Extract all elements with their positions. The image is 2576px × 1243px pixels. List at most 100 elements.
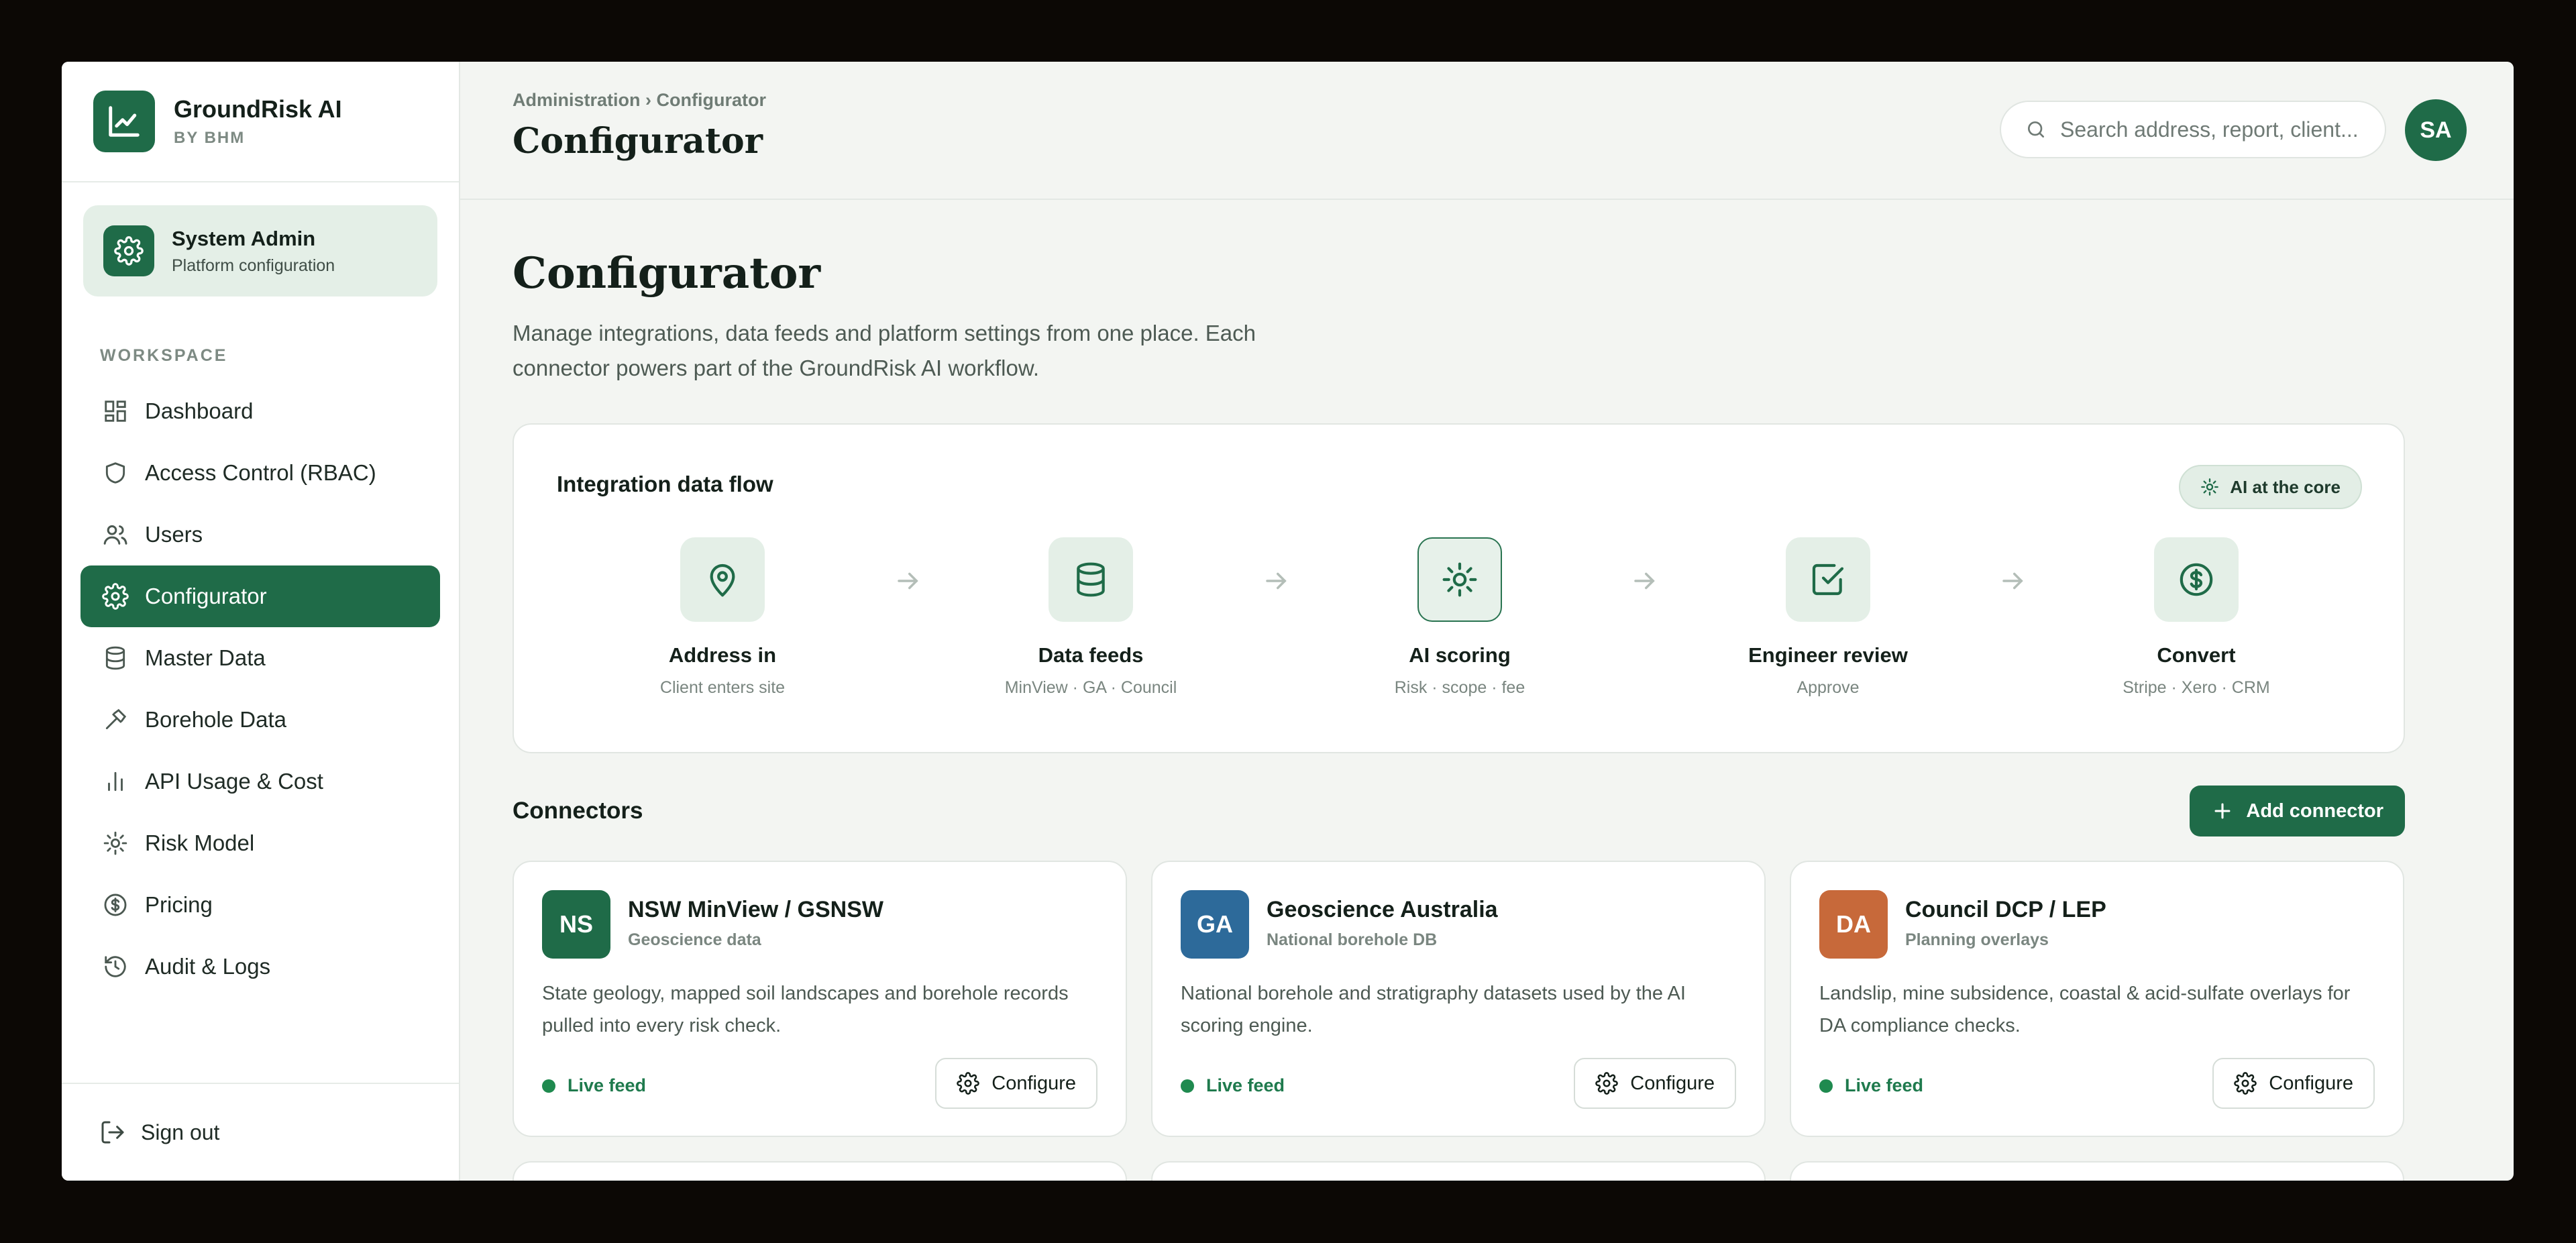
brand[interactable]: GroundRisk AI BY BHM <box>62 62 459 182</box>
dollar-icon <box>2154 537 2239 622</box>
sidebar-item-label: Users <box>145 522 203 547</box>
drill-icon <box>101 705 130 735</box>
flow-step-name: Engineer review <box>1748 643 1908 667</box>
sidebar-item-risk-model[interactable]: Risk Model <box>80 812 440 874</box>
sidebar-item-borehole-data[interactable]: Borehole Data <box>80 689 440 751</box>
status-label: Live feed <box>568 1075 647 1095</box>
flow-step-name: Address in <box>668 643 777 667</box>
connector-type: Planning overlays <box>1905 930 2049 949</box>
search-box[interactable] <box>2000 101 2386 158</box>
connector-description: Landslip, mine subsidence, coastal & aci… <box>1819 983 2351 1036</box>
sidebar-item-api-usage[interactable]: API Usage & Cost <box>80 751 440 812</box>
configure-label: Configure <box>991 1072 1076 1094</box>
sun-icon <box>2200 478 2219 496</box>
status-label: Live feed <box>1206 1075 1285 1095</box>
search-input[interactable] <box>2060 117 2375 142</box>
gear-icon <box>103 225 154 276</box>
section-label-workspace: WORKSPACE <box>100 346 228 365</box>
gear-icon <box>957 1072 980 1095</box>
page-title: Configurator <box>513 248 821 299</box>
dashboard-icon <box>101 396 130 426</box>
connector-name: Council DCP / LEP <box>1905 897 2106 922</box>
sidebar-item-master-data[interactable]: Master Data <box>80 627 440 689</box>
status-badge: Live feed <box>1819 1075 1923 1096</box>
connector-cards-next-row <box>513 1161 2405 1181</box>
configure-button[interactable]: Configure <box>1574 1058 1736 1109</box>
gear-icon <box>1595 1072 1619 1095</box>
connector-card-partial[interactable] <box>1151 1161 1766 1181</box>
flow-step-name: Data feeds <box>1038 643 1144 667</box>
connector-badge: DA <box>1819 890 1888 959</box>
dollar-icon <box>101 890 130 920</box>
sidebar-nav: Dashboard Access Control (RBAC) Users Co… <box>62 380 459 997</box>
configure-button[interactable]: Configure <box>935 1058 1097 1109</box>
sidebar-item-access-control[interactable]: Access Control (RBAC) <box>80 442 440 504</box>
role-title: System Admin <box>172 226 316 250</box>
arrow-right-icon <box>1260 564 1293 598</box>
sun-icon <box>101 828 130 858</box>
connector-card-council-dcp[interactable]: DA Council DCP / LEP Planning overlays L… <box>1790 861 2404 1137</box>
configure-label: Configure <box>1630 1072 1715 1094</box>
avatar[interactable]: SA <box>2405 99 2467 161</box>
arrow-right-icon <box>892 564 925 598</box>
flow-step-engineer-review: Engineer review Approve <box>1707 537 1949 698</box>
status-dot-icon <box>1819 1079 1833 1093</box>
flow-step-convert: Convert Stripe · Xero · CRM <box>2076 537 2317 698</box>
role-card[interactable]: System Admin Platform configuration <box>83 205 437 296</box>
connector-card-partial[interactable] <box>513 1161 1127 1181</box>
status-dot-icon <box>1181 1079 1194 1093</box>
sidebar-item-users[interactable]: Users <box>80 504 440 565</box>
connector-card-minview[interactable]: NS NSW MinView / GSNSW Geoscience data S… <box>513 861 1127 1137</box>
connectors-title: Connectors <box>513 798 643 824</box>
flow-step-data-feeds: Data feeds MinView · GA · Council <box>970 537 1212 698</box>
connector-description: National borehole and stratigraphy datas… <box>1181 983 1686 1036</box>
connector-card-geoscience-australia[interactable]: GA Geoscience Australia National borehol… <box>1151 861 1766 1137</box>
map-pin-icon <box>680 537 765 622</box>
connector-cards: NS NSW MinView / GSNSW Geoscience data S… <box>513 861 2405 1137</box>
main-area: Administration › Configurator Configurat… <box>460 62 2514 1181</box>
connector-description: State geology, mapped soil landscapes an… <box>542 983 1069 1036</box>
sidebar-item-label: Borehole Data <box>145 707 286 732</box>
connector-card-partial[interactable] <box>1790 1161 2404 1181</box>
sign-out-button[interactable]: Sign out <box>62 1083 459 1181</box>
connectors-header: Connectors Add connector <box>513 786 2405 836</box>
add-connector-label: Add connector <box>2246 800 2383 822</box>
sign-out-label: Sign out <box>141 1120 220 1144</box>
breadcrumb[interactable]: Administration › Configurator <box>513 90 766 111</box>
history-icon <box>101 952 130 981</box>
flow-step-sub: Stripe · Xero · CRM <box>2123 678 2270 697</box>
integration-flow-card: Integration data flow AI at the core Add… <box>513 423 2405 753</box>
connector-badge: NS <box>542 890 610 959</box>
ai-core-badge-label: AI at the core <box>2230 476 2341 497</box>
connector-type: National borehole DB <box>1267 930 1438 949</box>
brand-subtitle: BY BHM <box>174 129 246 147</box>
status-badge: Live feed <box>1181 1075 1285 1096</box>
sidebar-item-label: Master Data <box>145 645 266 670</box>
configure-label: Configure <box>2269 1072 2353 1094</box>
sidebar-item-pricing[interactable]: Pricing <box>80 874 440 936</box>
sidebar-item-configurator[interactable]: Configurator <box>80 565 440 627</box>
flow-step-sub: Approve <box>1796 678 1860 697</box>
content: Configurator Manage integrations, data f… <box>460 248 2514 1181</box>
brand-name: GroundRisk AI <box>174 95 342 123</box>
sidebar-item-audit-logs[interactable]: Audit & Logs <box>80 936 440 997</box>
flow-step-sub: Risk · scope · fee <box>1394 678 1525 697</box>
arrow-right-icon <box>1996 564 2030 598</box>
add-connector-button[interactable]: Add connector <box>2190 786 2405 836</box>
flow-step-sub: MinView · GA · Council <box>1004 678 1177 697</box>
flow-step-address-in: Address in Client enters site <box>602 537 843 698</box>
users-icon <box>101 520 130 549</box>
sidebar-item-label: Risk Model <box>145 830 255 855</box>
configure-button[interactable]: Configure <box>2212 1058 2375 1109</box>
shield-icon <box>101 458 130 488</box>
connector-name: Geoscience Australia <box>1267 897 1498 922</box>
check-square-icon <box>1786 537 1870 622</box>
sidebar-item-dashboard[interactable]: Dashboard <box>80 380 440 442</box>
sidebar-item-label: API Usage & Cost <box>145 769 323 794</box>
page-description: Manage integrations, data feeds and plat… <box>513 321 1256 380</box>
flow-step-ai-scoring: AI scoring Risk · scope · fee <box>1339 537 1580 698</box>
sidebar: GroundRisk AI BY BHM System Admin Platfo… <box>62 62 460 1181</box>
sun-icon <box>1417 537 1502 622</box>
flow-step-name: AI scoring <box>1409 643 1511 667</box>
gear-icon <box>101 582 130 611</box>
